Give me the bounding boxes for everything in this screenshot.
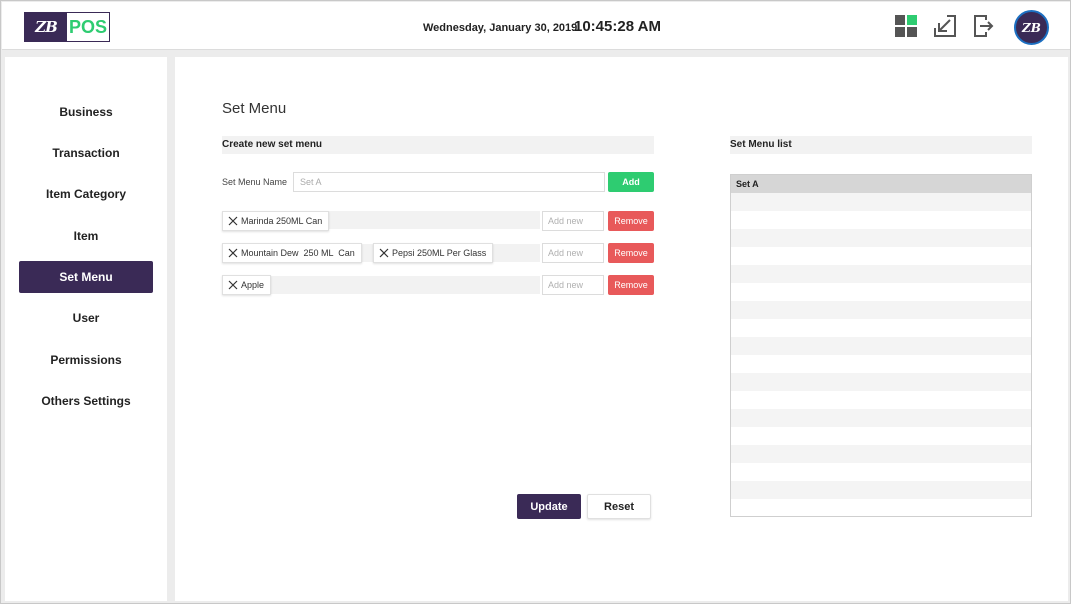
close-icon[interactable] (378, 247, 390, 259)
app-window: ZB POS Wednesday, January 30, 2019 10:45… (0, 0, 1071, 604)
sidebar-item-permissions[interactable]: Permissions (19, 344, 153, 376)
add-button[interactable]: Add (608, 172, 654, 192)
item-chip: Apple (222, 275, 272, 295)
list-rows (731, 193, 1031, 517)
sidebar-item-business[interactable]: Business (19, 96, 153, 128)
close-icon[interactable] (227, 279, 239, 291)
list-row (731, 211, 1031, 229)
set-menu-name-label: Set Menu Name (222, 177, 288, 187)
update-button[interactable]: Update (517, 494, 581, 519)
dashboard-grid-icon[interactable] (894, 14, 918, 38)
page-title: Set Menu (222, 100, 287, 117)
minimize-arrow-icon[interactable] (933, 14, 957, 38)
list-row (731, 373, 1031, 391)
sidebar-item-item-category[interactable]: Item Category (19, 178, 153, 210)
list-item[interactable]: Set A (731, 175, 1031, 193)
current-date: Wednesday, January 30, 2019 (423, 22, 578, 34)
list-row (731, 265, 1031, 283)
sidebar-item-transaction[interactable]: Transaction (19, 137, 153, 169)
top-bar: ZB POS Wednesday, January 30, 2019 10:45… (2, 2, 1070, 50)
remove-button[interactable]: Remove (608, 275, 654, 295)
add-new-input[interactable]: Add new (542, 211, 604, 231)
remove-button[interactable]: Remove (608, 211, 654, 231)
list-row (731, 301, 1031, 319)
item-chip: Mountain Dew 250 ML Can (222, 243, 362, 263)
item-chip-label: Mountain Dew 250 ML Can (241, 248, 355, 258)
current-time: 10:45:28 AM (574, 18, 661, 35)
sidebar-item-others-settings[interactable]: Others Settings (19, 385, 153, 417)
list-row (731, 391, 1031, 409)
item-chip-label: Marinda 250ML Can (241, 216, 323, 226)
sidebar-item-set-menu[interactable]: Set Menu (19, 261, 153, 293)
close-icon[interactable] (227, 215, 239, 227)
remove-button[interactable]: Remove (608, 243, 654, 263)
main-panel: Set Menu Create new set menu Set Menu Na… (175, 57, 1068, 601)
logo-mark: ZB (25, 13, 67, 41)
item-chip: Marinda 250ML Can (222, 211, 330, 231)
list-row (731, 463, 1031, 481)
set-menu-name-input[interactable]: Set A (293, 172, 605, 192)
reset-button[interactable]: Reset (587, 494, 651, 519)
add-new-input[interactable]: Add new (542, 243, 604, 263)
list-row (731, 247, 1031, 265)
list-row (731, 355, 1031, 373)
user-avatar[interactable]: ZB (1014, 10, 1049, 45)
create-section-heading: Create new set menu (222, 136, 654, 154)
sidebar-item-item[interactable]: Item (19, 220, 153, 252)
app-logo: ZB POS (24, 12, 110, 42)
item-chip-label: Apple (241, 280, 265, 290)
item-chip-label: Pepsi 250ML Per Glass (392, 248, 487, 258)
list-row (731, 319, 1031, 337)
list-row (731, 481, 1031, 499)
set-menu-list-heading: Set Menu list (730, 136, 1032, 154)
add-new-input[interactable]: Add new (542, 275, 604, 295)
set-menu-list: Set A (730, 174, 1032, 517)
sidebar: Business Transaction Item Category Item … (5, 57, 167, 601)
list-row (731, 409, 1031, 427)
close-icon[interactable] (227, 247, 239, 259)
sidebar-item-user[interactable]: User (19, 302, 153, 334)
list-row (731, 337, 1031, 355)
logo-text: POS (68, 16, 107, 37)
list-row (731, 193, 1031, 211)
list-row (731, 229, 1031, 247)
list-row (731, 283, 1031, 301)
item-chip: Pepsi 250ML Per Glass (373, 243, 494, 263)
list-row (731, 445, 1031, 463)
list-row (731, 427, 1031, 445)
list-row (731, 499, 1031, 517)
logout-icon[interactable] (972, 14, 996, 38)
